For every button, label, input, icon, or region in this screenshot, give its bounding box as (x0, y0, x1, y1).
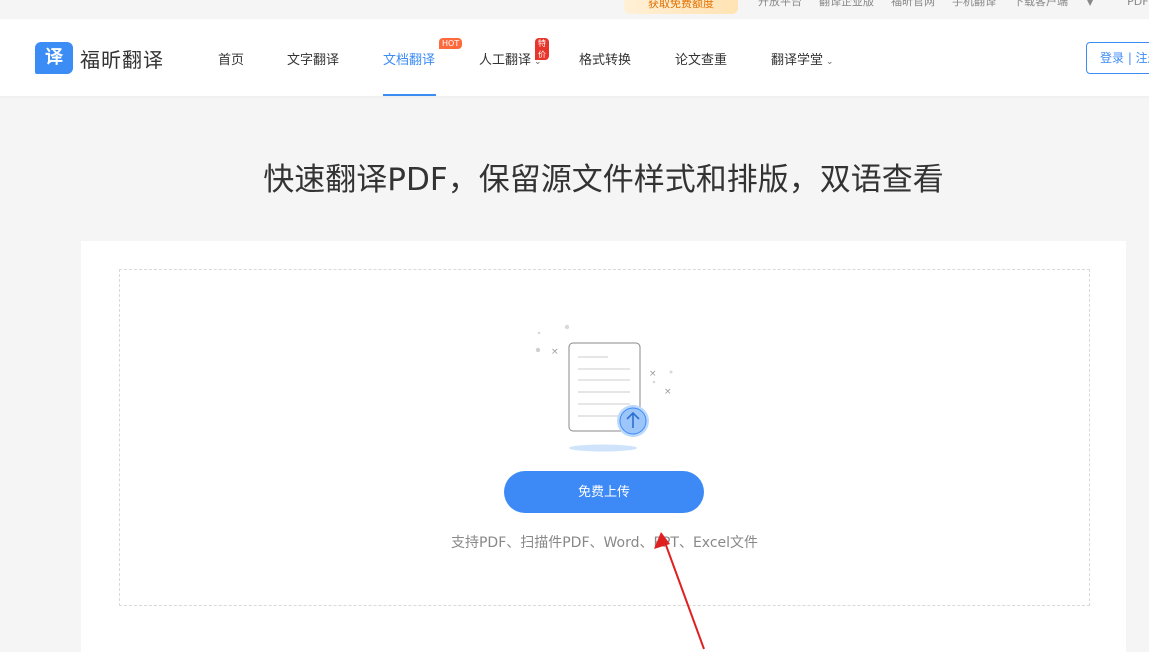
svg-text:×: × (551, 347, 559, 357)
nav-translation-academy-label: 翻译学堂 (771, 53, 824, 68)
main-header: 译 福昕翻译 首页 文字翻译 文档翻译 HOT 人工翻译 ⌄ 特价 格式转换 论文… (0, 19, 1149, 96)
top-link-pdf-online[interactable]: PDF在线 (1127, 0, 1149, 10)
special-price-badge: 特价 (535, 38, 549, 60)
top-utility-bar: 获取免费额度 开放平台 翻译企业版 福昕官网 手机翻译 下载客户端 ▼ PDF在线 (0, 0, 1149, 19)
page: 获取免费额度 开放平台 翻译企业版 福昕官网 手机翻译 下载客户端 ▼ PDF在线… (0, 0, 1149, 652)
logo-text[interactable]: 福昕翻译 (80, 44, 164, 73)
top-link-enterprise[interactable]: 翻译企业版 (819, 0, 874, 10)
nav-text-translate[interactable]: 文字翻译 (287, 49, 339, 68)
free-upload-button[interactable]: 免费上传 (504, 471, 704, 513)
login-register-button[interactable]: 登录 | 注册 (1086, 42, 1149, 74)
active-nav-underline (383, 94, 436, 96)
top-link-mobile[interactable]: 手机翻译 (952, 0, 996, 10)
top-link-official-site[interactable]: 福昕官网 (891, 0, 935, 10)
chevron-down-icon: ▼ (1087, 0, 1094, 7)
top-links: 开放平台 翻译企业版 福昕官网 手机翻译 下载客户端 ▼ PDF在线 (758, 0, 1149, 10)
nav-doc-translate[interactable]: 文档翻译 (383, 49, 435, 68)
top-link-open-platform[interactable]: 开放平台 (758, 0, 802, 10)
document-upload-icon: × × × (535, 324, 673, 452)
annotation-arrow (654, 532, 705, 650)
svg-text:×: × (664, 387, 672, 397)
logo-icon[interactable]: 译 (35, 42, 73, 74)
nav-format-convert[interactable]: 格式转换 (579, 49, 631, 68)
top-link-download-client[interactable]: 下载客户端 ▼ (1013, 0, 1110, 10)
top-link-download-label: 下载客户端 (1013, 0, 1068, 8)
free-quota-promo[interactable]: 获取免费额度 (624, 0, 738, 14)
nav-paper-check[interactable]: 论文查重 (675, 49, 727, 68)
nav-human-translate-label: 人工翻译 (479, 53, 532, 68)
nav-translation-academy[interactable]: 翻译学堂 ⌄ (771, 49, 834, 68)
nav-human-translate[interactable]: 人工翻译 ⌄ (479, 49, 542, 68)
supported-formats-text: 支持PDF、扫描件PDF、Word、PPT、Excel文件 (450, 535, 759, 551)
svg-text:×: × (649, 369, 657, 379)
hot-badge: HOT (439, 38, 463, 49)
hero-title: 快速翻译PDF，保留源文件样式和排版，双语查看 (263, 162, 944, 198)
chevron-down-icon: ⌄ (826, 57, 834, 67)
nav-home[interactable]: 首页 (218, 49, 244, 68)
